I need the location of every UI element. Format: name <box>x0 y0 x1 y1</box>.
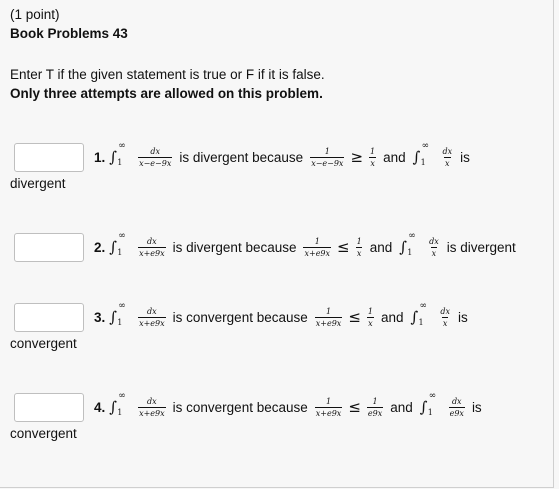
answer-input-3[interactable] <box>14 303 84 332</box>
fraction: dx x <box>442 146 453 168</box>
integral-symbol: ∫ ∞ 1 <box>419 391 437 417</box>
instructions-text: Enter T if the given statement is true o… <box>10 67 325 82</box>
integral-symbol: ∫ ∞ 1 <box>410 301 428 327</box>
integral-symbol: ∫ ∞ 1 <box>109 231 126 257</box>
fraction: dx x+e9x <box>138 306 166 328</box>
problem-3-statement: 3. ∫ ∞ 1 dx x+e9x is convergent because 1 x+… <box>94 301 468 328</box>
attempts-notice: Only three attempts are allowed on this … <box>10 86 323 101</box>
integral-symbol: ∫ ∞ 1 <box>109 141 126 167</box>
problem-1-wrap: divergent <box>10 176 66 191</box>
fraction: 1 x+e9x <box>303 236 332 258</box>
fraction: dx x−e−9x <box>138 146 173 168</box>
answer-input-1[interactable] <box>14 143 84 172</box>
problem-4-wrap: convergent <box>10 426 77 441</box>
problem-3-wrap: convergent <box>10 336 77 351</box>
fraction: 1 x+e9x <box>314 306 343 328</box>
integral-symbol: ∫ ∞ 1 <box>109 301 126 327</box>
fraction: dx x <box>429 236 439 258</box>
fraction: dx x+e9x <box>138 396 166 418</box>
fraction: dx x <box>440 306 450 328</box>
answer-input-2[interactable] <box>14 233 84 262</box>
fraction: 1 e9x <box>366 396 384 418</box>
fraction: 1 x−e−9x <box>310 146 345 168</box>
fraction: 1x <box>367 306 374 328</box>
fraction: dx e9x <box>448 396 465 418</box>
fraction: 1x <box>369 146 376 168</box>
answer-input-4[interactable] <box>14 393 84 422</box>
fraction: 1 x+e9x <box>314 396 343 418</box>
fraction: 1x <box>355 236 363 258</box>
problem-1-statement: 1. ∫ ∞ 1 dx x−e−9x is divergent because 1 x−… <box>94 141 470 168</box>
problem-4-statement: 4. ∫ ∞ 1 dx x+e9x is convergent because 1 x+… <box>94 391 482 418</box>
integral-symbol: ∫ ∞ 1 <box>399 231 416 257</box>
problem-2-statement: 2. ∫ ∞ 1 dx x+e9x is divergent because 1 x+e… <box>94 231 516 258</box>
problem-title: Book Problems 43 <box>10 26 128 41</box>
fraction: dx x+e9x <box>138 236 166 258</box>
points-label: (1 point) <box>10 7 60 22</box>
integral-symbol: ∫ ∞ 1 <box>109 391 126 417</box>
integral-symbol: ∫ ∞ 1 <box>412 141 430 167</box>
